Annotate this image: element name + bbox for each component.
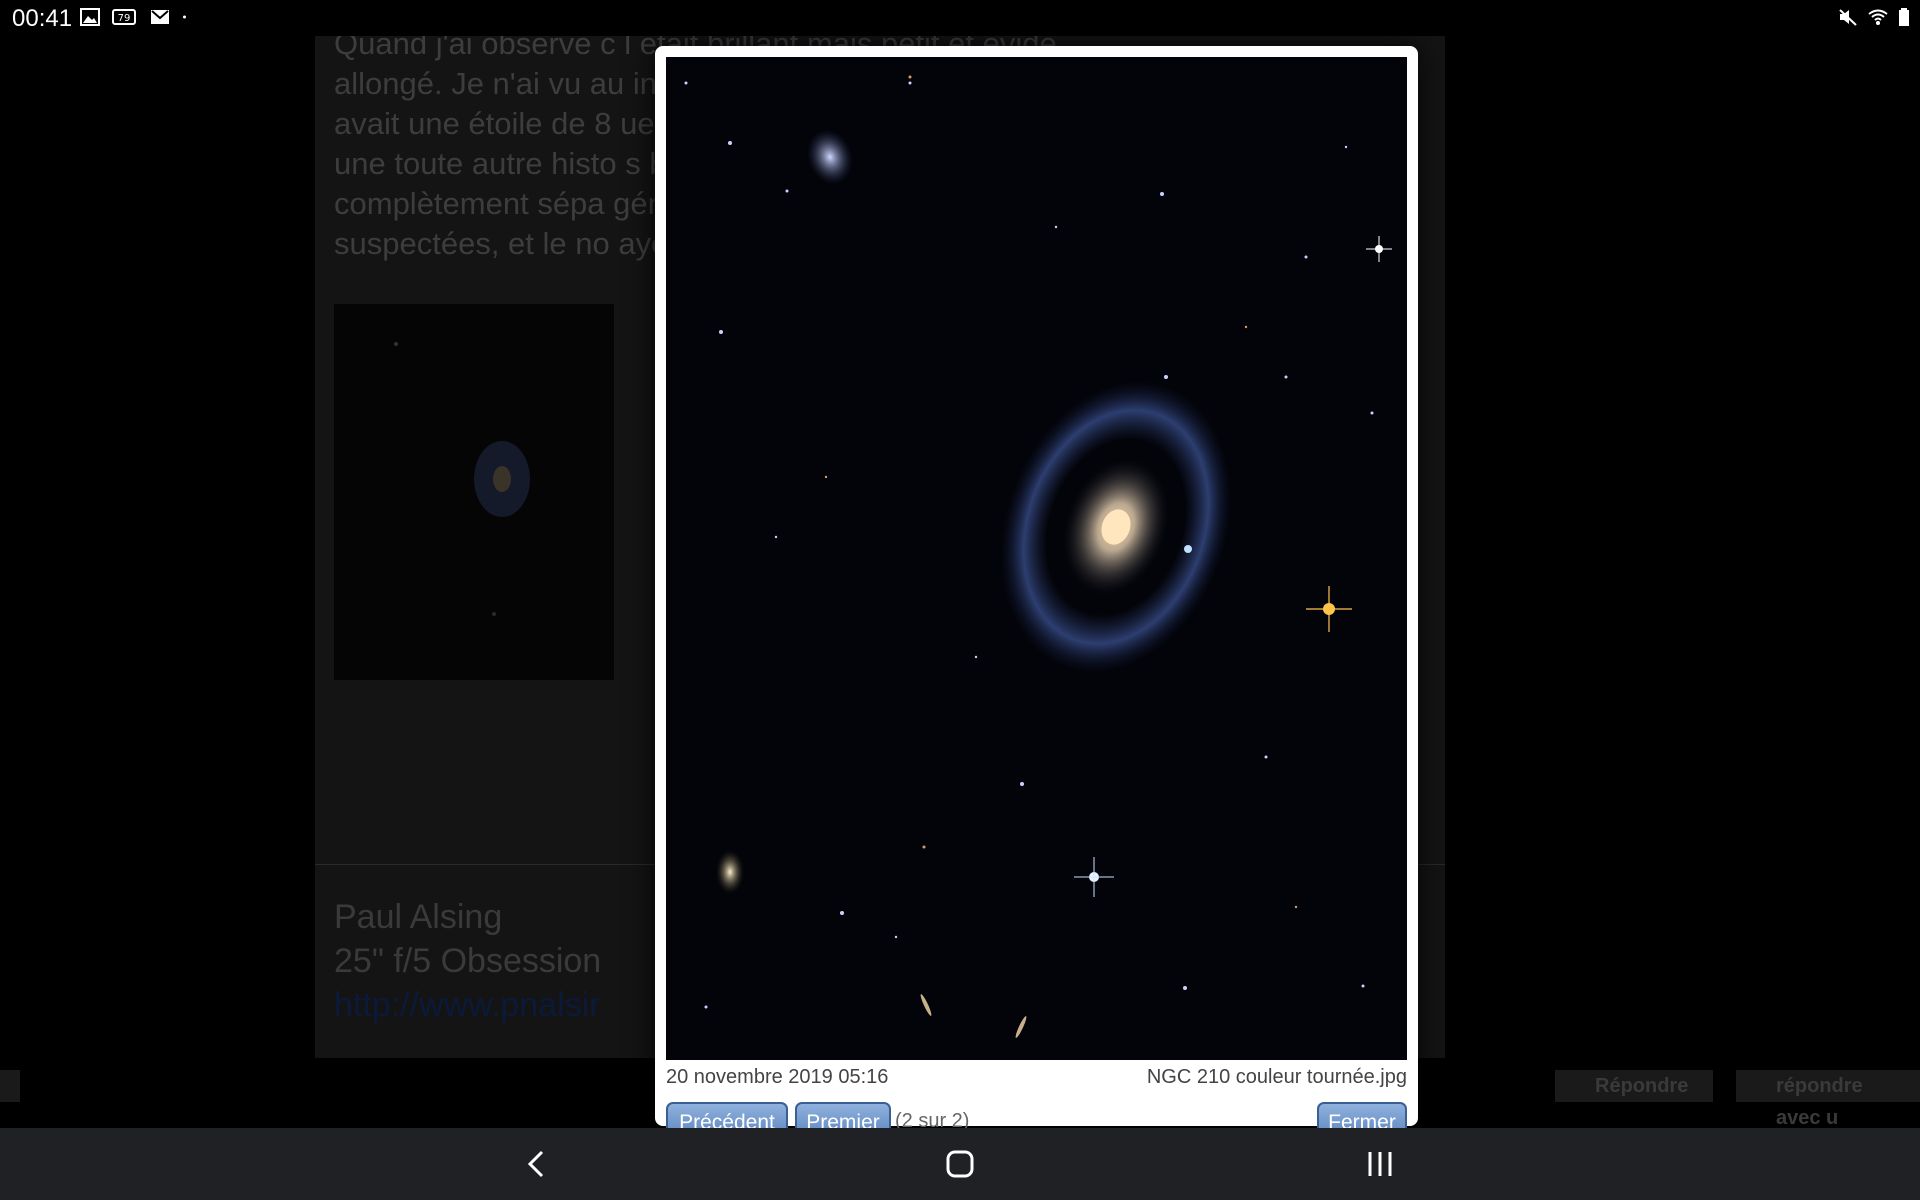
status-time: 00:41 [12,5,73,32]
reply-quote-button[interactable]: répondre avec u [1736,1070,1920,1129]
image-date: 20 novembre 2019 05:16 [666,1066,889,1088]
home-icon[interactable] [942,1146,978,1182]
image-filename: NGC 210 couleur tournée.jpg [1146,1066,1407,1088]
status-bar: 00:41 79 [0,0,1920,36]
svg-text:79: 79 [118,13,131,24]
battery-saver-79-icon: 79 [112,9,136,25]
lightbox-image[interactable] [666,57,1407,1060]
signature-name: Paul Alsing [334,898,503,936]
gallery-icon [80,8,100,26]
mail-icon [151,10,169,24]
post-signature: Paul Alsing 25" f/5 Obsession http://www… [334,895,601,1027]
wifi-icon [1868,9,1888,25]
back-icon[interactable] [520,1146,556,1182]
post-action-left-button[interactable] [0,1070,20,1102]
reply-button[interactable]: Répondre [1555,1070,1713,1102]
battery-icon [1899,8,1909,26]
thumbnail-galaxy-image [394,342,530,616]
signature-scope: 25" f/5 Obsession [334,942,602,980]
android-nav-bar [0,1128,1920,1200]
recents-icon[interactable] [1362,1146,1398,1182]
image-lightbox: 20 novembre 2019 05:16 NGC 210 couleur t… [655,46,1418,1142]
signature-link[interactable]: http://www.pnalsir [334,983,601,1027]
mute-icon [1839,9,1857,26]
status-left-icons: 79 [80,8,192,26]
galaxy-photo [666,57,1407,1060]
post-image-thumbnail[interactable] [334,304,614,680]
status-right-icons [1838,8,1910,26]
dot-icon [183,15,186,19]
